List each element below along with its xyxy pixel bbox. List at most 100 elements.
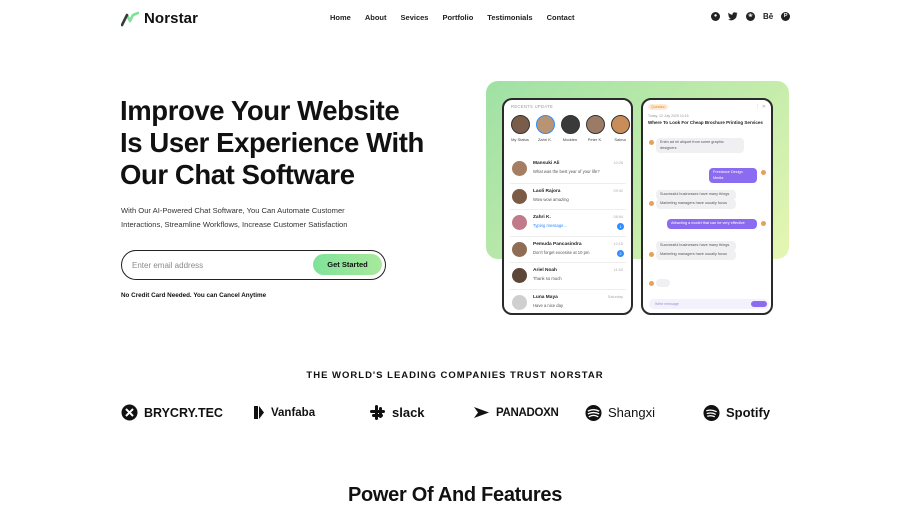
main-menu: Home About Sevices Portfolio Testimonial… [330, 13, 575, 22]
avatar [535, 115, 555, 134]
chat-time: 08:54 [613, 215, 623, 219]
company-name: Spotify [726, 405, 771, 420]
story-name: Zahri K. [537, 137, 552, 142]
no-credit-card-note: No Credit Card Needed. You can Cancel An… [121, 292, 267, 299]
avatar [512, 188, 527, 204]
signup-form: Get Started [121, 250, 386, 280]
company-logo: Spotify [703, 404, 770, 421]
chat-time: 12:15 [613, 241, 623, 246]
conversation-date: Today, 12 July 2025 10:15 [648, 114, 689, 118]
avatar [649, 201, 654, 206]
brand-name: Norstar [144, 10, 199, 27]
nav-link-about[interactable]: About [365, 13, 387, 22]
avatar [649, 252, 654, 257]
hero-title-line: Is User Experience With [120, 127, 424, 158]
top-navigation: Norstar Home About Sevices Portfolio Tes… [0, 0, 910, 36]
company-logo: Vanfaba [253, 404, 315, 421]
chat-preview: Don't forget excesise at 10 pm [533, 249, 590, 255]
slack-icon [369, 404, 386, 421]
story-name: My Status [511, 137, 529, 142]
chat-name: Ariel Noah [533, 268, 557, 273]
chat-name: Pemuda Pancasindra [533, 241, 582, 247]
message-composer[interactable]: Write message [649, 299, 769, 309]
avatar [512, 215, 527, 230]
avatar [512, 268, 527, 283]
trust-heading: THE WORLD'S LEADING COMPANIES TRUST NORS… [306, 370, 604, 381]
chat-preview: Thank so much [533, 276, 562, 281]
avatar [761, 170, 766, 175]
chat-list-item[interactable]: Mansuki Ali What was the best year of yo… [510, 156, 626, 183]
hero-title-line: Our Chat Software [120, 159, 355, 190]
panadoxn-icon [473, 404, 490, 421]
hero-subtitle: With Our AI-Powered Chat Software, You C… [121, 204, 411, 232]
chat-preview: What was the best year of your life? [533, 169, 600, 174]
nav-link-testimonials[interactable]: Testimonials [487, 13, 532, 22]
nav-link-home[interactable]: Home [330, 13, 351, 22]
company-name: Vanfaba [271, 406, 316, 419]
get-started-button[interactable]: Get Started [313, 254, 382, 275]
behance-icon[interactable]: Bē [763, 12, 773, 21]
chat-name: Mansuki Ali [533, 161, 560, 166]
unread-badge: 2 [617, 249, 624, 257]
message-bubble: Marketing managers have usually focus [656, 199, 736, 209]
chat-time: 09:32 [613, 188, 623, 193]
chat-list-item[interactable]: Luna Maya Have a nice day Saturday [510, 288, 626, 314]
story-item[interactable]: Modden [560, 115, 580, 142]
conversation-phone: Question ⋮ ✕ Today, 12 July 2025 10:15 W… [641, 98, 773, 315]
company-logo: Shangxi [585, 404, 655, 421]
hero-title: Improve Your Website Is User Experience … [120, 95, 450, 191]
dribbble-icon[interactable]: ❀ [746, 12, 755, 21]
twitter-icon[interactable] [728, 12, 738, 21]
message-bubble: Enim ad mi aliquet from some graphic des… [656, 138, 744, 153]
story-name: Modden [562, 137, 578, 142]
vanfaba-icon [253, 404, 265, 421]
stories-row: My Status Zahri K. Modden Peter K. Salma [510, 115, 630, 142]
chat-list-item[interactable]: Pemuda Pancasindra Don't forget excesise… [510, 235, 626, 263]
recents-label: RECENTS UPDATE [511, 104, 554, 109]
hero-subtitle-line: Interactions, Streamline Workflows, Incr… [121, 220, 348, 229]
chat-preview: Typing message... [533, 223, 567, 228]
chat-list-item[interactable]: Laoli Rajora Wow wow amazing 09:32 [510, 182, 626, 210]
message-bubble: Attracting a model that can be very effe… [667, 219, 757, 229]
story-name: Salma [614, 137, 626, 142]
avatar [585, 115, 605, 134]
chat-time: 10:28 [613, 161, 623, 165]
avatar [610, 115, 630, 134]
story-item[interactable]: Salma [610, 115, 630, 142]
avatar [560, 115, 580, 134]
send-button[interactable] [751, 301, 767, 307]
chat-list-item[interactable]: Ariel Noah Thank so much 11:02 [510, 262, 626, 289]
brand-logo[interactable]: Norstar [121, 10, 198, 27]
social-links: ● ❀ Bē P [711, 12, 791, 21]
nav-link-portfolio[interactable]: Portfolio [442, 13, 473, 22]
pinterest-icon[interactable]: P [781, 12, 791, 21]
nav-link-contact[interactable]: Contact [547, 13, 575, 22]
company-logos: BRYCRY.TEC Vanfaba slack PANADOXN Shangx… [121, 400, 781, 426]
chat-name: Zahri K. [533, 215, 551, 220]
hero-subtitle-line: With Our AI-Powered Chat Software, You C… [121, 206, 345, 215]
story-item[interactable]: Peter K. [585, 115, 605, 142]
company-logo: PANADOXN [473, 404, 559, 421]
story-name: Peter K. [587, 137, 603, 142]
avatar [512, 161, 527, 176]
more-options-icon[interactable]: ⋮ ✕ [755, 104, 766, 110]
story-item[interactable]: My Status [510, 115, 530, 142]
composer-placeholder: Write message [655, 301, 679, 306]
chat-time: Saturday [607, 294, 623, 299]
story-item[interactable]: Zahri K. [535, 115, 555, 142]
message-bubble: Freelance Design Media [709, 168, 757, 183]
avatar [761, 221, 766, 226]
chat-list-item[interactable]: Zahri K. Typing message... 08:54 1 [510, 209, 626, 236]
avatar [510, 115, 530, 134]
avatar [512, 294, 527, 310]
chat-name: Luna Maya [533, 294, 558, 300]
avatar [512, 241, 527, 257]
spotify-icon [703, 404, 720, 421]
github-icon[interactable]: ● [711, 12, 720, 21]
chat-name: Laoli Rajora [533, 188, 561, 194]
avatar [649, 281, 654, 286]
hero-title-line: Improve Your Website [120, 95, 400, 126]
company-name: PANADOXN [496, 406, 559, 419]
email-input[interactable] [132, 257, 302, 273]
nav-link-services[interactable]: Sevices [401, 13, 429, 22]
